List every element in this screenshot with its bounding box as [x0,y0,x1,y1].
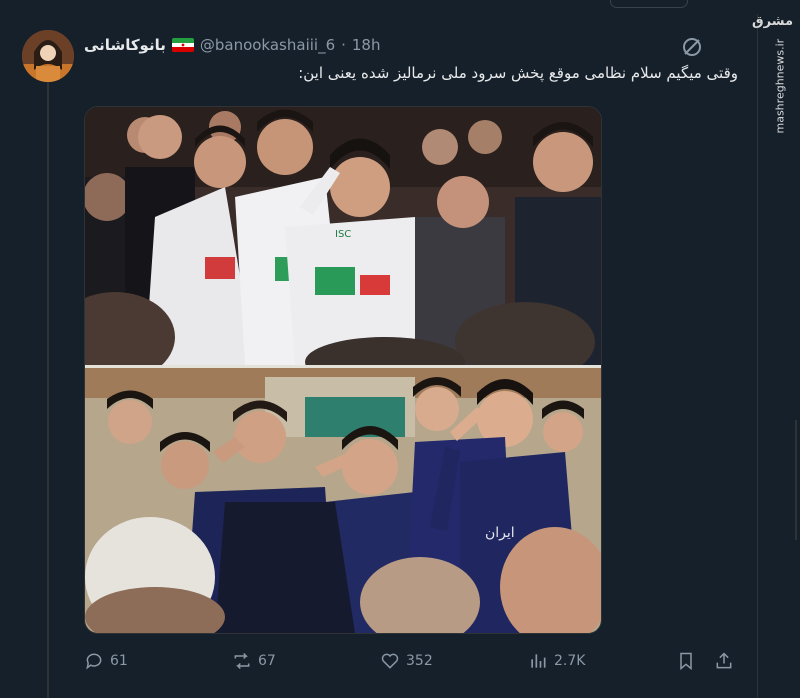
repost-icon [234,652,250,670]
bookmark-button[interactable] [676,648,696,674]
bottom-photo: ایران [85,368,601,633]
separator-dot: · [341,36,346,54]
jersey-logo: ISC [335,229,351,240]
grok-icon[interactable] [680,35,704,59]
reply-count: 61 [110,653,128,669]
watermark: مشرق mashreghnews.ir [752,14,793,134]
scrollbar[interactable] [795,420,797,540]
bookmark-icon [680,652,692,671]
thread-line [47,82,49,698]
reply-button[interactable]: 61 [84,648,128,674]
avatar-image [22,30,74,82]
tweet-media[interactable]: ISC ایران [84,106,602,634]
watermark-site: mashreghnews.ir [773,38,787,134]
like-button[interactable]: 352 [380,648,433,674]
views-icon [531,654,546,668]
avatar[interactable] [22,30,74,82]
views-button[interactable]: 2.7K [528,648,585,674]
timestamp[interactable]: 18h [352,36,381,54]
repost-count: 67 [258,653,276,669]
column-divider [757,14,758,698]
share-button[interactable] [714,648,734,674]
view-count: 2.7K [554,653,586,669]
iran-flag-icon [171,38,194,52]
display-name[interactable]: بانوکاشانی [84,36,166,54]
top-bar [0,0,800,14]
top-photo: ISC [85,107,601,387]
share-icon [716,652,732,669]
tweet-header: بانوکاشانی @banookashaiii_6 · 18h [84,34,380,56]
like-count: 352 [406,653,433,669]
media-collage: ISC ایران [85,107,601,633]
user-handle[interactable]: @banookashaiii_6 [200,36,335,54]
heart-icon [381,653,399,669]
watermark-logo: مشرق [752,14,793,29]
repost-button[interactable]: 67 [232,648,276,674]
tweet-actions: 61 67 352 2.7K [84,648,744,674]
jersey-text: ایران [485,525,515,541]
new-posts-pill[interactable] [610,0,688,8]
reply-icon [86,653,102,670]
tweet-text: وقتی میگیم سلام نظامی موقع پخش سرود ملی … [298,64,738,82]
